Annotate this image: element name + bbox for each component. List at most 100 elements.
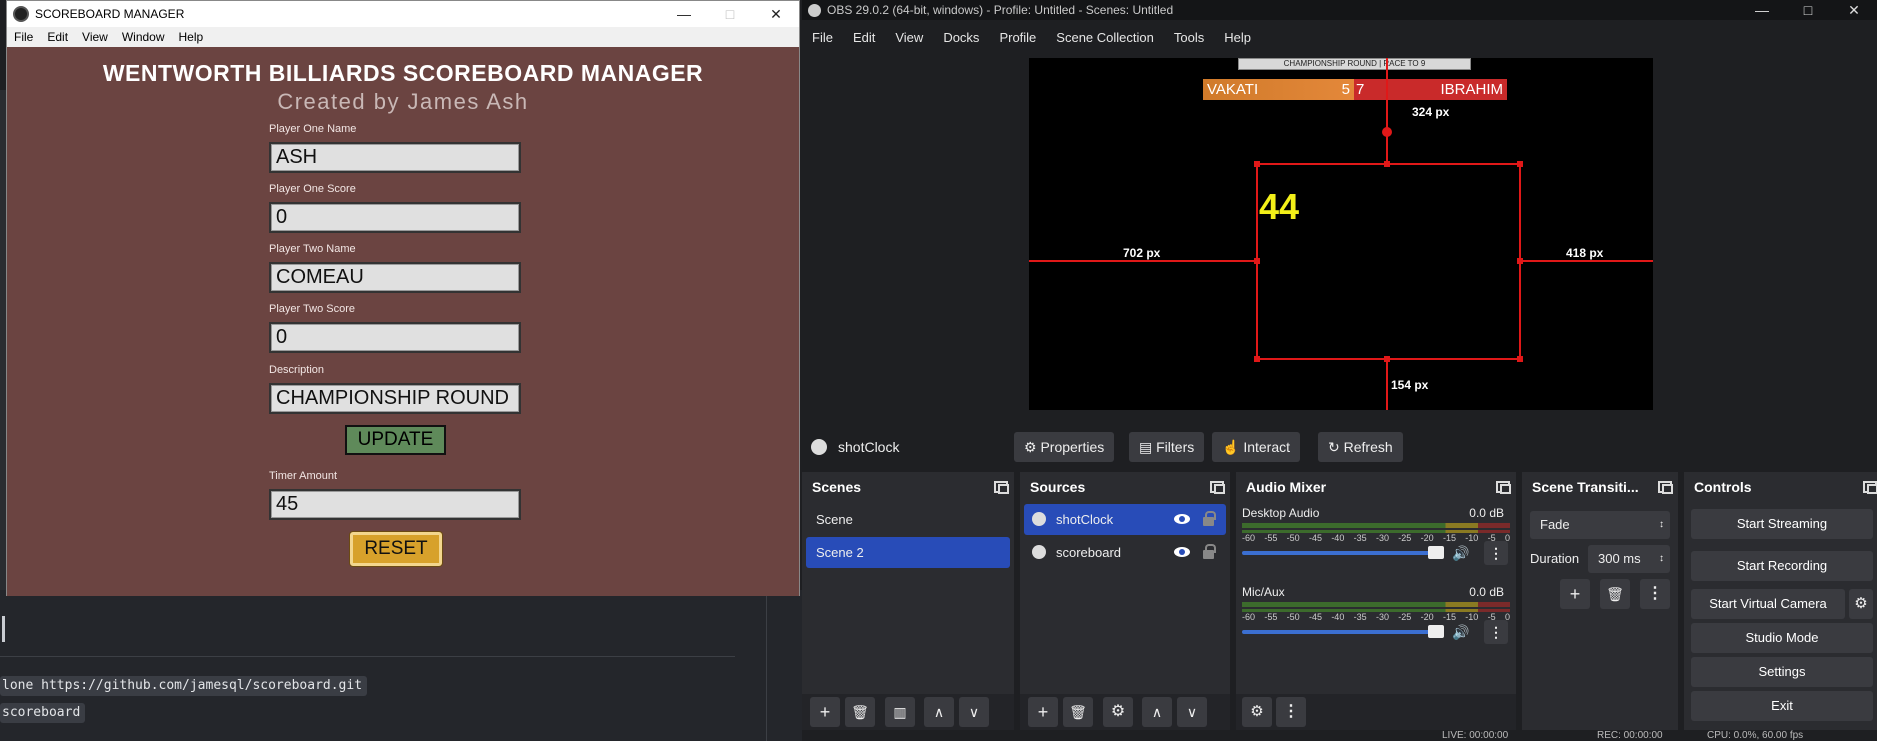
volume-slider-track[interactable] (1242, 630, 1432, 634)
menu-view[interactable]: View (75, 30, 115, 44)
mixer-menu-icon[interactable]: ⋮ (1276, 697, 1306, 727)
scenes-toolbar: + 🗑 ▥ ∧ ∨ (802, 694, 1014, 730)
controls-dock-header: Controls (1684, 472, 1877, 502)
menu-view[interactable]: View (885, 30, 933, 45)
visibility-eye-icon[interactable] (1174, 514, 1190, 524)
settings-button[interactable]: Settings (1691, 657, 1873, 687)
timer-input[interactable]: 45 (269, 489, 521, 520)
source-item-selected[interactable]: shotClock (1024, 504, 1226, 535)
menu-edit[interactable]: Edit (843, 30, 885, 45)
menu-help[interactable]: Help (1214, 30, 1261, 45)
remove-scene-icon[interactable]: 🗑 (845, 697, 875, 727)
visibility-eye-icon[interactable] (1174, 547, 1190, 557)
source-label: shotClock (1056, 512, 1114, 527)
audio-mixer-dock-header: Audio Mixer (1236, 472, 1516, 502)
add-transition-icon[interactable]: + (1560, 579, 1590, 609)
update-button[interactable]: UPDATE (345, 425, 446, 455)
lock-icon[interactable] (1203, 511, 1216, 526)
meter-ticks: -60 -55 -50 -45 -40 -35 -30 -25 -20 -15 -10 -5 0 (1242, 612, 1510, 622)
move-down-icon[interactable]: ∨ (1177, 697, 1207, 727)
close-icon[interactable]: ✕ (1831, 0, 1877, 20)
window-titlebar[interactable]: SCOREBOARD MANAGER — □ ✕ (7, 1, 799, 27)
mixer-channel: Mic/Aux 0.0 dB -60 -55 -50 -45 -40 -35 -30 -25-… (1242, 585, 1510, 660)
studio-mode-button[interactable]: Studio Mode (1691, 623, 1873, 653)
scene-filters-icon[interactable]: ▥ (885, 697, 915, 727)
interact-button[interactable]: ☝ Interact (1212, 432, 1301, 462)
scene-item-selected[interactable]: Scene 2 (806, 537, 1010, 568)
channel-db: 0.0 dB (1469, 506, 1504, 520)
maximize-icon[interactable]: □ (707, 1, 753, 27)
add-scene-icon[interactable]: + (810, 697, 840, 727)
undock-icon[interactable] (1658, 481, 1673, 494)
scoreboard-manager-window: SCOREBOARD MANAGER — □ ✕ File Edit View … (6, 0, 800, 596)
volume-slider-track[interactable] (1242, 551, 1432, 555)
dim-top-label: 324 px (1412, 105, 1450, 119)
minimize-icon[interactable]: — (661, 1, 707, 27)
remove-transition-icon[interactable]: 🗑 (1600, 579, 1630, 609)
window-titlebar[interactable]: OBS 29.0.2 (64-bit, windows) - Profile: … (802, 0, 1877, 20)
transition-select[interactable]: Fade ↕ (1530, 511, 1670, 539)
handle-r (1517, 258, 1523, 264)
p1-name-input[interactable]: ASH (269, 142, 521, 173)
scene-item[interactable]: Scene (806, 504, 1010, 535)
audio-mixer-title: Audio Mixer (1246, 479, 1327, 495)
undock-icon[interactable] (1496, 481, 1511, 494)
move-up-icon[interactable]: ∧ (1142, 697, 1172, 727)
handle-br (1517, 356, 1523, 362)
menu-docks[interactable]: Docks (933, 30, 989, 45)
add-source-icon[interactable]: + (1028, 697, 1058, 727)
transition-menu-icon[interactable]: ⋮ (1640, 579, 1670, 609)
start-virtual-camera-button[interactable]: Start Virtual Camera (1691, 589, 1845, 619)
p2-name-input[interactable]: COMEAU (269, 262, 521, 293)
channel-menu-icon[interactable]: ⋮ (1484, 541, 1508, 565)
duration-value: 300 ms (1598, 551, 1641, 566)
speaker-icon[interactable]: 🔊 (1452, 624, 1469, 641)
undock-icon[interactable] (994, 481, 1009, 494)
start-recording-button[interactable]: Start Recording (1691, 551, 1873, 581)
menu-profile[interactable]: Profile (989, 30, 1046, 45)
divider-vertical (766, 590, 767, 741)
p1-score-input[interactable]: 0 (269, 202, 521, 233)
minimize-icon[interactable]: — (1739, 0, 1785, 20)
speaker-icon[interactable]: 🔊 (1452, 545, 1469, 562)
maximize-icon[interactable]: □ (1785, 0, 1831, 20)
controls-title: Controls (1694, 479, 1752, 495)
start-streaming-button[interactable]: Start Streaming (1691, 509, 1873, 539)
duration-input[interactable]: 300 ms ↕ (1588, 545, 1670, 573)
menu-file[interactable]: File (802, 30, 843, 45)
preview-canvas[interactable]: CHAMPIONSHIP ROUND | RACE TO 9 VAKATI 5 … (1029, 58, 1653, 410)
channel-menu-icon[interactable]: ⋮ (1484, 620, 1508, 644)
volume-slider-handle[interactable] (1428, 546, 1444, 559)
volume-meter (1242, 523, 1510, 528)
p2-score-input[interactable]: 0 (269, 322, 521, 353)
sources-title: Sources (1030, 479, 1086, 495)
properties-button[interactable]: ⚙ Properties (1014, 432, 1115, 462)
lock-icon[interactable] (1203, 544, 1216, 559)
undock-icon[interactable] (1863, 481, 1877, 494)
menu-edit[interactable]: Edit (40, 30, 75, 44)
dim-left-label: 702 px (1123, 246, 1161, 260)
virtual-camera-settings-icon[interactable]: ⚙ (1849, 589, 1873, 619)
close-icon[interactable]: ✕ (753, 1, 799, 27)
filters-button[interactable]: ▤ Filters (1129, 432, 1205, 462)
menu-help[interactable]: Help (172, 30, 211, 44)
live-status: LIVE: 00:00:00 (1442, 730, 1509, 741)
menu-tools[interactable]: Tools (1164, 30, 1214, 45)
description-input[interactable]: CHAMPIONSHIP ROUND (269, 383, 521, 414)
sources-toolbar: + 🗑 ⚙ ∧ ∨ (1020, 694, 1230, 730)
refresh-button[interactable]: ↻ Refresh (1318, 432, 1403, 462)
overlay-shot-clock: 44 (1259, 186, 1300, 227)
menu-window[interactable]: Window (115, 30, 172, 44)
undock-icon[interactable] (1210, 481, 1225, 494)
reset-button[interactable]: RESET (350, 532, 442, 566)
move-down-icon[interactable]: ∨ (959, 697, 989, 727)
source-properties-icon[interactable]: ⚙ (1103, 697, 1133, 727)
volume-slider-handle[interactable] (1428, 625, 1444, 638)
advanced-audio-icon[interactable]: ⚙ (1242, 697, 1272, 727)
menu-scene-collection[interactable]: Scene Collection (1046, 30, 1164, 45)
menu-file[interactable]: File (7, 30, 40, 44)
exit-button[interactable]: Exit (1691, 691, 1873, 721)
source-item[interactable]: scoreboard (1024, 537, 1226, 568)
move-up-icon[interactable]: ∧ (924, 697, 954, 727)
remove-source-icon[interactable]: 🗑 (1063, 697, 1093, 727)
